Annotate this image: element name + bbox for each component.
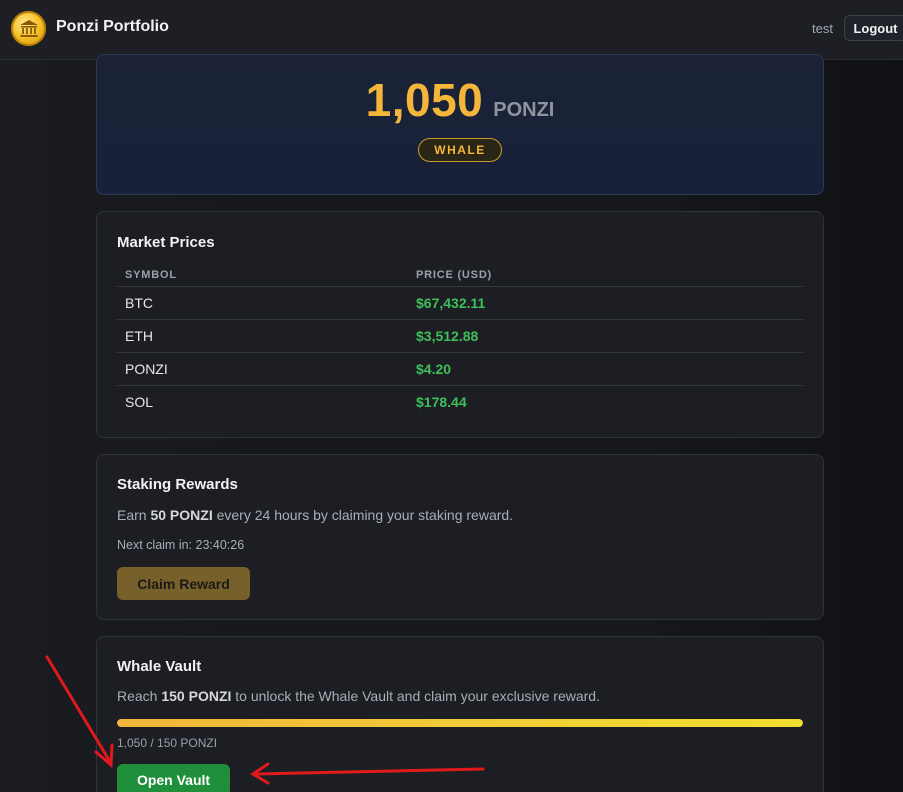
whale-vault-card: Whale Vault Reach 150 PONZI to unlock th… bbox=[96, 636, 824, 792]
staking-desc-amount: 50 PONZI bbox=[150, 507, 213, 523]
staking-rewards-card: Staking Rewards Earn 50 PONZI every 24 h… bbox=[96, 454, 824, 620]
table-row: PONZI $4.20 bbox=[117, 352, 803, 386]
price-cell: $67,432.11 bbox=[408, 286, 803, 320]
claim-reward-button[interactable]: Claim Reward bbox=[117, 567, 250, 600]
column-header-price: PRICE (USD) bbox=[408, 264, 803, 287]
market-prices-card: Market Prices SYMBOL PRICE (USD) BTC $67… bbox=[96, 211, 824, 438]
staking-description: Earn 50 PONZI every 24 hours by claiming… bbox=[117, 507, 513, 523]
symbol-cell: ETH bbox=[117, 319, 408, 353]
market-prices-table: SYMBOL PRICE (USD) BTC $67,432.11 ETH $3… bbox=[117, 264, 803, 418]
balance-card: 1,050 PONZI WHALE bbox=[96, 54, 824, 195]
whale-vault-title: Whale Vault bbox=[117, 658, 202, 675]
table-row: SOL $178.44 bbox=[117, 385, 803, 418]
vault-description: Reach 150 PONZI to unlock the Whale Vaul… bbox=[117, 688, 600, 704]
vault-desc-prefix: Reach bbox=[117, 688, 162, 704]
balance-unit: PONZI bbox=[493, 99, 555, 121]
staking-desc-prefix: Earn bbox=[117, 507, 151, 523]
vault-progress-bar bbox=[117, 719, 803, 727]
market-prices-title: Market Prices bbox=[117, 234, 215, 251]
tier-badge: WHALE bbox=[418, 138, 502, 162]
open-vault-button[interactable]: Open Vault bbox=[117, 764, 230, 792]
logout-button[interactable]: Logout bbox=[844, 15, 903, 41]
app-title: Ponzi Portfolio bbox=[56, 18, 169, 35]
price-cell: $178.44 bbox=[416, 393, 467, 410]
bank-coin-icon bbox=[11, 11, 46, 46]
symbol-cell: BTC bbox=[117, 286, 408, 320]
table-row: BTC $67,432.11 bbox=[117, 286, 803, 320]
staking-rewards-title: Staking Rewards bbox=[117, 476, 238, 493]
balance-amount: 1,050 bbox=[365, 74, 484, 126]
staking-desc-suffix: every 24 hours by claiming your staking … bbox=[212, 507, 514, 523]
price-cell: $4.20 bbox=[408, 352, 803, 386]
column-header-symbol: SYMBOL bbox=[117, 264, 408, 287]
vault-progress-text: 1,050 / 150 PONZI bbox=[117, 736, 218, 750]
symbol-cell: PONZI bbox=[117, 352, 408, 386]
vault-progress-fill bbox=[117, 719, 803, 727]
table-row: ETH $3,512.88 bbox=[117, 319, 803, 353]
balance-display: 1,050 PONZI bbox=[97, 73, 823, 127]
top-bar: Ponzi Portfolio test Logout bbox=[0, 0, 903, 60]
username: test bbox=[812, 21, 833, 36]
price-cell: $3,512.88 bbox=[408, 319, 803, 353]
symbol-cell: SOL bbox=[125, 393, 154, 410]
next-claim-timer: Next claim in: 23:40:26 bbox=[117, 538, 245, 552]
vault-desc-suffix: to unlock the Whale Vault and claim your… bbox=[231, 688, 600, 704]
vault-desc-amount: 150 PONZI bbox=[161, 688, 232, 704]
